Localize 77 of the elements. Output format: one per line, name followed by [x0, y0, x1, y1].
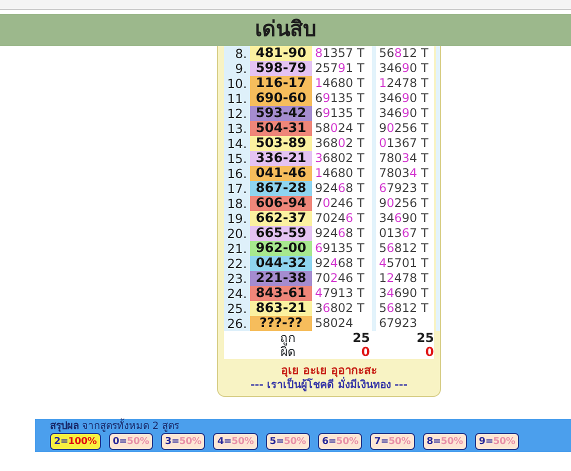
- row-number: 19.: [224, 211, 250, 226]
- number-pair: 690-60: [250, 91, 312, 106]
- result-number: 58024: [312, 316, 376, 331]
- result-number: 12478 T: [376, 76, 440, 91]
- number-pair: 863-21: [250, 301, 312, 316]
- number-pair: 606-94: [250, 196, 312, 211]
- blessing-text: --- เราเป็นผู้โชคดี มั่งมีเงินทอง ---: [224, 378, 434, 392]
- number-pair: 504-31: [250, 121, 312, 136]
- percent-badge: 6=50%: [318, 433, 362, 450]
- percent-badge: 7=50%: [370, 433, 415, 450]
- row-number: 11.: [224, 91, 250, 106]
- number-pair: 843-61: [250, 286, 312, 301]
- percent-badge: 5=50%: [266, 433, 310, 450]
- result-number: 56812 T: [376, 241, 440, 256]
- number-pair: 044-32: [250, 256, 312, 271]
- number-pair: 662-37: [250, 211, 312, 226]
- correct-count: 25: [416, 331, 435, 345]
- wrong-count: 0: [360, 345, 371, 359]
- percent-badge: 9=50%: [474, 433, 520, 450]
- percent-badge: 4=50%: [213, 433, 258, 450]
- result-number: 34690 T: [376, 211, 440, 226]
- number-pair: ???-??: [250, 316, 312, 331]
- result-number: 34690 T: [376, 106, 440, 121]
- row-number: 21.: [224, 241, 250, 256]
- number-pair: 116-17: [250, 76, 312, 91]
- wrong-count: 0: [424, 345, 435, 359]
- row-number: 18.: [224, 196, 250, 211]
- result-number: 12478 T: [376, 271, 440, 286]
- wrong-label: ผิด: [280, 345, 296, 359]
- number-pair: 221-38: [250, 271, 312, 286]
- result-number: 34690 T: [376, 91, 440, 106]
- result-number: 34690 T: [376, 61, 440, 76]
- number-pair: 593-42: [250, 106, 312, 121]
- summary-title: สรุปผล จากสูตรทั้งหมด 2 สูตร: [50, 421, 571, 432]
- correct-label: ถูก: [279, 331, 297, 345]
- row-number: 15.: [224, 151, 250, 166]
- result-number: 78034 T: [376, 151, 440, 166]
- percent-badge: 8=50%: [422, 433, 467, 450]
- number-pair: 665-59: [250, 226, 312, 241]
- result-number: 01367 T: [376, 226, 440, 241]
- number-pair: 962-00: [250, 241, 312, 256]
- result-number: 90256 T: [376, 196, 440, 211]
- row-number: 10.: [224, 76, 250, 91]
- result-number: 56812 T: [376, 46, 440, 61]
- page-title: เด่นสิบ: [0, 14, 571, 46]
- row-number: 16.: [224, 166, 250, 181]
- result-number: 78034 T: [376, 166, 440, 181]
- number-pair: 503-89: [250, 136, 312, 151]
- result-number: 90256 T: [376, 121, 440, 136]
- row-number: 17.: [224, 181, 250, 196]
- correct-count: 25: [352, 331, 371, 345]
- result-number: 34690 T: [376, 286, 440, 301]
- row-number: 22.: [224, 256, 250, 271]
- row-number: 25.: [224, 301, 250, 316]
- chant-text: อุเย อะเย อุอากะสะ: [280, 363, 377, 378]
- percent-badge: 2=100%: [50, 433, 101, 450]
- row-number: 12.: [224, 106, 250, 121]
- number-pair: 336-21: [250, 151, 312, 166]
- result-number: 01367 T: [376, 136, 440, 151]
- row-number: 26.: [224, 316, 250, 331]
- result-number: 67923 T: [376, 181, 440, 196]
- number-pair: 481-90: [250, 46, 312, 61]
- result-number: 56812 T: [376, 301, 440, 316]
- row-number: 13.: [224, 121, 250, 136]
- row-number: 23.: [224, 271, 250, 286]
- number-pair: 598-79: [250, 61, 312, 76]
- number-pair: 041-46: [250, 166, 312, 181]
- number-pair: 867-28: [250, 181, 312, 196]
- row-number: 9.: [224, 61, 250, 76]
- row-number: 8.: [224, 46, 250, 61]
- result-number: 67923: [376, 316, 440, 331]
- row-number: 24.: [224, 286, 250, 301]
- row-number: 20.: [224, 226, 250, 241]
- percent-badge: 3=50%: [161, 433, 206, 450]
- percent-badge: 0=50%: [108, 433, 154, 450]
- result-number: 45701 T: [376, 256, 440, 271]
- row-number: 14.: [224, 136, 250, 151]
